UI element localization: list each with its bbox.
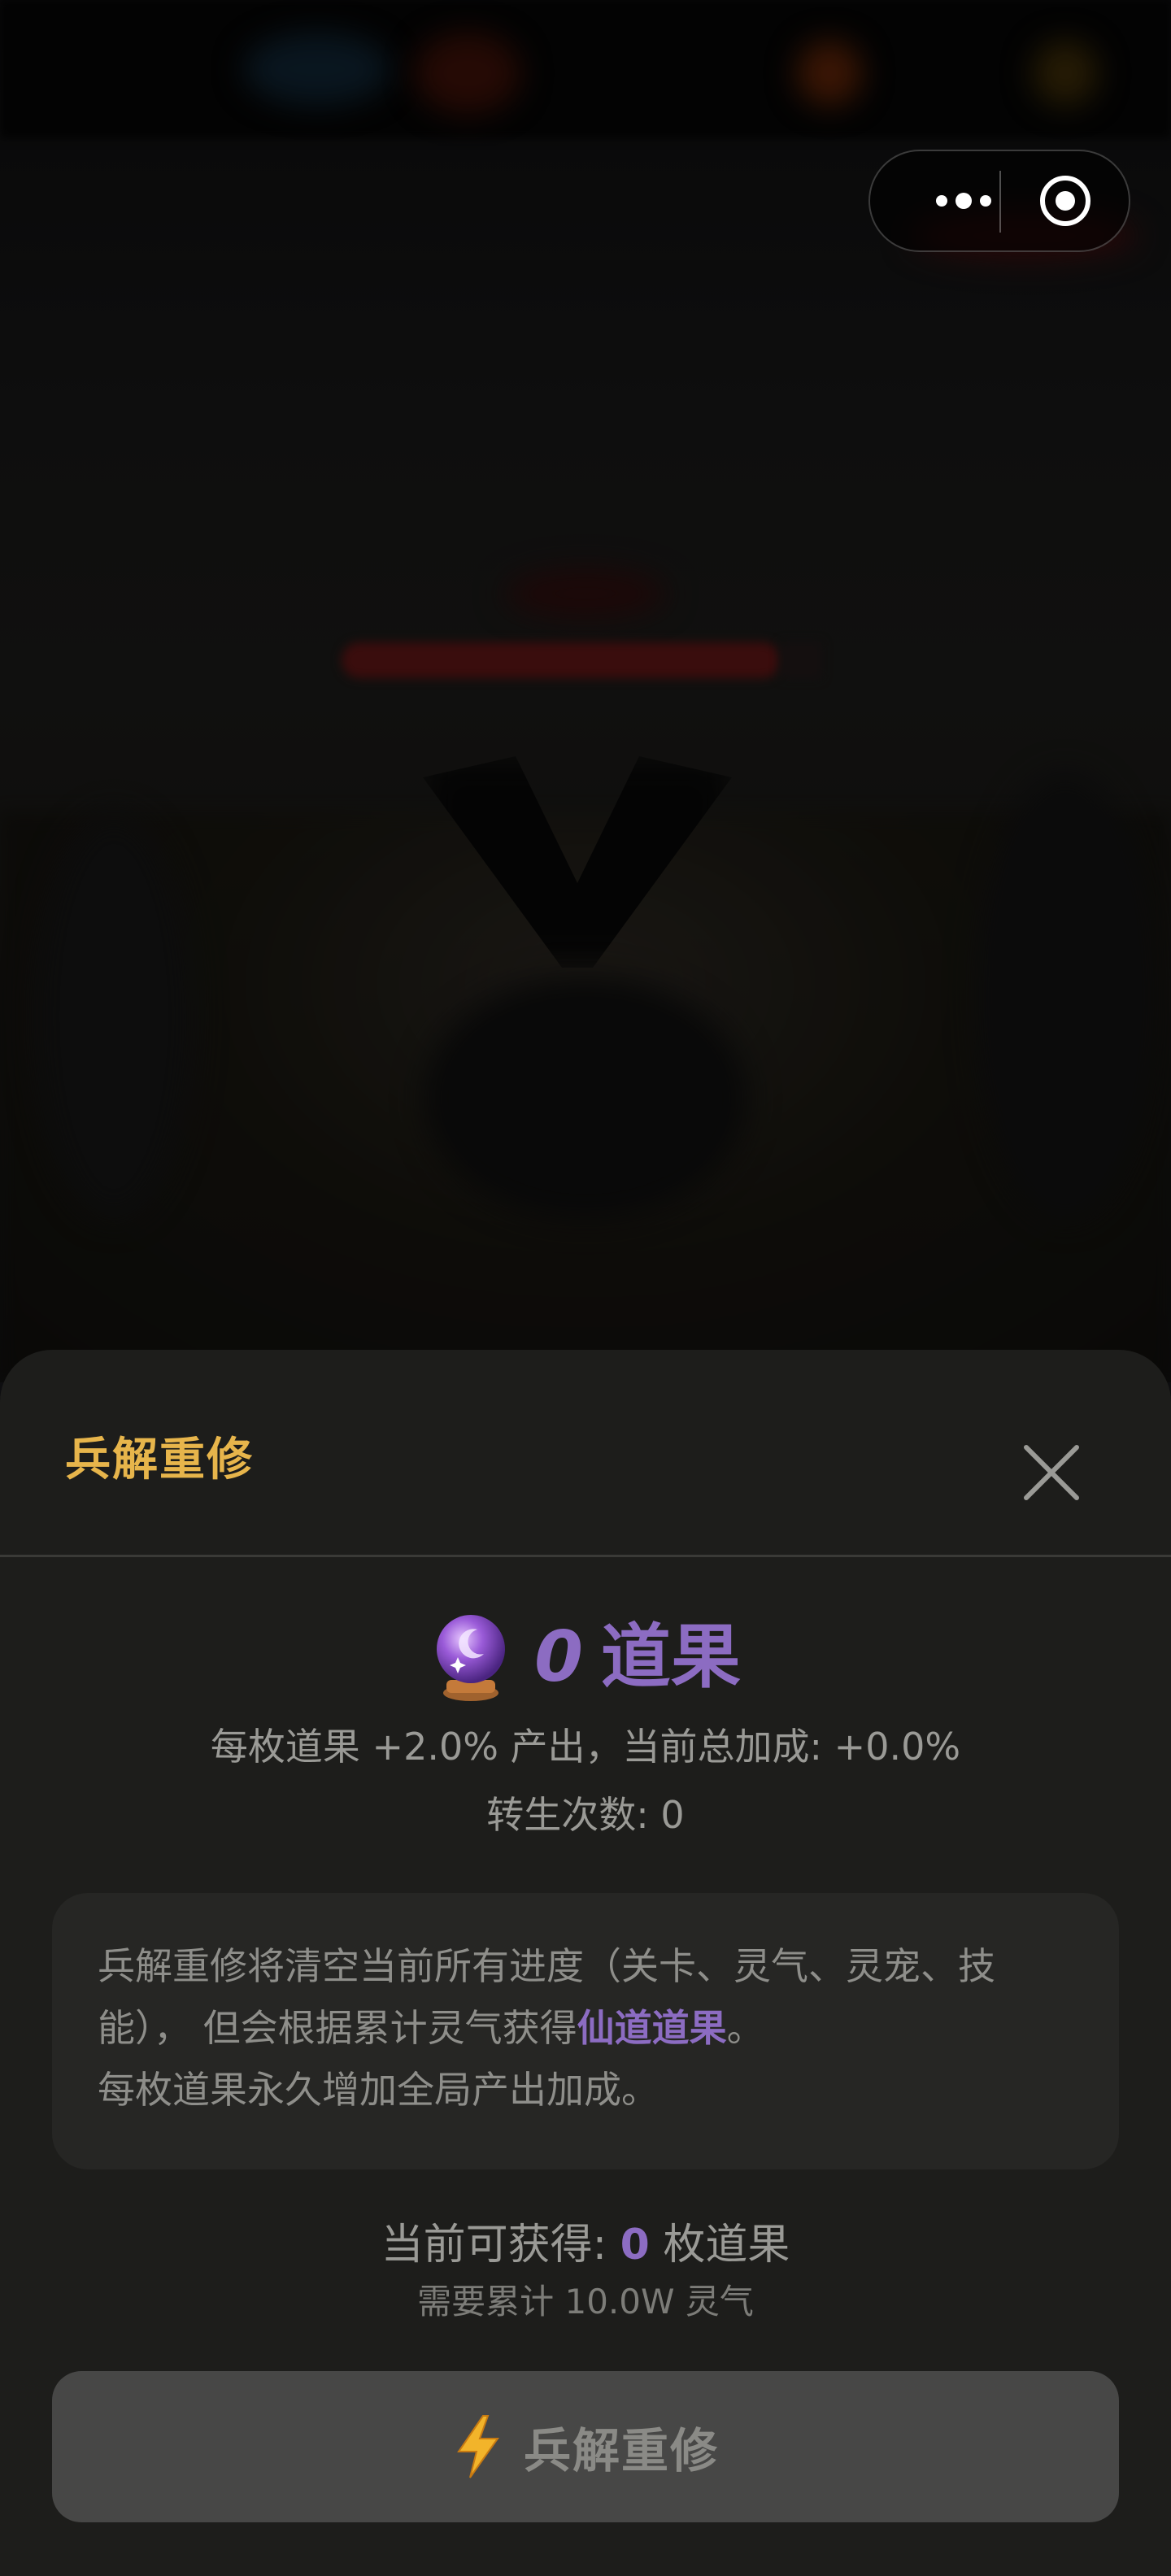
info-text-line2: 每枚道果永久增加全局产出加成。: [98, 2068, 659, 2112]
gain-prefix: 当前可获得:: [381, 2221, 620, 2269]
fruit-unit: 道果: [600, 1617, 741, 1698]
close-button[interactable]: [1013, 1434, 1090, 1511]
rebirth-count: 转生次数: 0: [486, 1793, 685, 1837]
gain-count: 0: [620, 2221, 650, 2269]
info-box: 兵解重修将清空当前所有进度（关卡、灵气、灵宠、技能）， 但会根据累计灵气获得仙道…: [52, 1893, 1119, 2169]
info-text: 兵解重修将清空当前所有进度（关卡、灵气、灵宠、技能）， 但会根据累计灵气获得: [98, 1944, 995, 2050]
more-dots-icon[interactable]: [903, 151, 1025, 250]
info-highlight: 仙道道果: [577, 2006, 727, 2050]
crystal-ball-icon: [437, 1615, 506, 1701]
info-text-end: 。: [726, 2006, 764, 2050]
target-icon[interactable]: [1040, 176, 1090, 226]
capsule-divider: [999, 171, 1001, 233]
lightning-bolt-icon: [457, 2415, 499, 2478]
rebirth-button[interactable]: 兵解重修: [52, 2371, 1119, 2522]
header-divider: [0, 1555, 1171, 1557]
miniprogram-capsule: [868, 150, 1130, 252]
sheet-title: 兵解重修: [65, 1434, 254, 1486]
gain-suffix: 枚道果: [649, 2221, 790, 2269]
close-icon: [1024, 1445, 1079, 1500]
bonus-text: 每枚道果 +2.0% 产出，当前总加成: +0.0%: [210, 1725, 961, 1769]
rebirth-button-label: 兵解重修: [523, 2423, 719, 2478]
fruit-summary: 0 道果: [0, 1608, 1171, 1706]
requirement-text: 需要累计 10.0W 灵气: [417, 2282, 754, 2321]
fruit-count: 0: [534, 1617, 583, 1698]
gain-text: 当前可获得: 0 枚道果: [0, 2208, 1171, 2282]
rebirth-sheet: 兵解重修 0 道果 每枚道果 +2.0% 产出，当前总加成: +0.0% 转生次…: [0, 1350, 1171, 2576]
